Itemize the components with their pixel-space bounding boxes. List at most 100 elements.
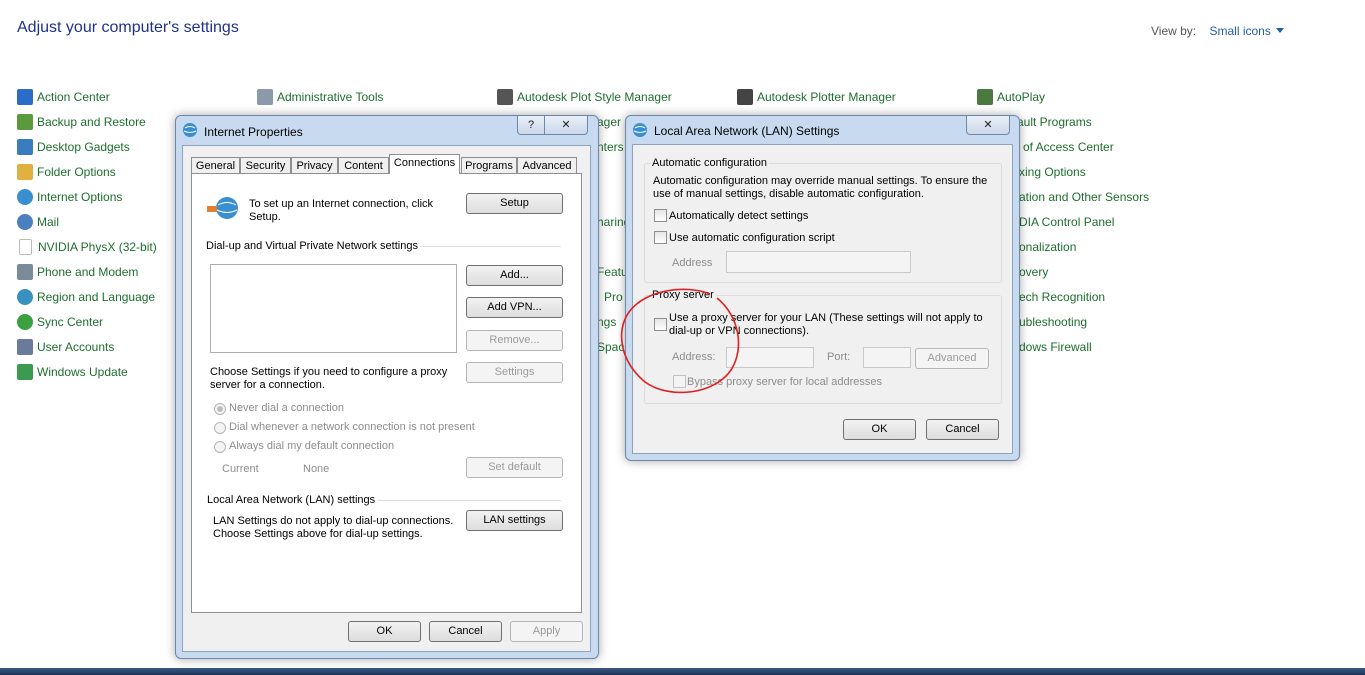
add-button[interactable]: Add... bbox=[466, 265, 563, 286]
cp-item-partial[interactable]: overy bbox=[1019, 263, 1048, 281]
cp-item-partial[interactable]: DIA Control Panel bbox=[1019, 213, 1114, 231]
proxy-address-label: Address: bbox=[672, 351, 716, 363]
cp-item-partial[interactable]: ager bbox=[597, 113, 621, 131]
cp-item-phone-modem[interactable]: Phone and Modem bbox=[17, 263, 138, 281]
auto-detect-checkbox[interactable] bbox=[654, 209, 667, 222]
cp-item-mail[interactable]: Mail bbox=[17, 213, 59, 231]
cp-item-partial[interactable]: dows Firewall bbox=[1019, 338, 1092, 356]
help-button[interactable]: ? bbox=[517, 116, 545, 135]
remove-button[interactable]: Remove... bbox=[466, 330, 563, 351]
setup-button[interactable]: Setup bbox=[466, 193, 563, 214]
region-icon bbox=[17, 289, 33, 305]
close-icon: ✕ bbox=[983, 119, 993, 131]
proxy-address-input[interactable] bbox=[726, 347, 814, 368]
window-title: Internet Properties bbox=[204, 125, 303, 139]
close-button[interactable]: ✕ bbox=[544, 116, 588, 135]
phone-icon bbox=[17, 264, 33, 280]
cp-item-admin-tools[interactable]: Administrative Tools bbox=[257, 88, 384, 106]
autoplay-icon bbox=[977, 89, 993, 105]
cp-item-partial[interactable]: nters bbox=[597, 138, 624, 156]
tab-privacy[interactable]: Privacy bbox=[291, 157, 338, 174]
cp-item-plot-style[interactable]: Autodesk Plot Style Manager bbox=[497, 88, 672, 106]
cp-item-backup[interactable]: Backup and Restore bbox=[17, 113, 146, 131]
radio-always-dial[interactable] bbox=[214, 441, 226, 453]
connections-page bbox=[191, 173, 582, 613]
globe-icon bbox=[17, 189, 33, 205]
add-vpn-button[interactable]: Add VPN... bbox=[466, 297, 563, 318]
cp-item-partial[interactable]: ngs bbox=[597, 313, 616, 331]
ok-button[interactable]: OK bbox=[843, 419, 916, 440]
view-by-dropdown[interactable]: Small icons bbox=[1209, 24, 1284, 38]
cp-item-partial[interactable]: ault Programs bbox=[1017, 113, 1092, 131]
cp-item-partial[interactable]: ubleshooting bbox=[1019, 313, 1087, 331]
close-icon: ✕ bbox=[561, 119, 571, 131]
cp-item-partial[interactable]: ech Recognition bbox=[1019, 288, 1105, 306]
tab-general[interactable]: General bbox=[191, 157, 240, 174]
folder-icon bbox=[17, 164, 33, 180]
ok-button[interactable]: OK bbox=[348, 621, 421, 642]
tab-advanced[interactable]: Advanced bbox=[517, 157, 577, 174]
set-default-button[interactable]: Set default bbox=[466, 457, 563, 478]
cp-item-plotter-manager[interactable]: Autodesk Plotter Manager bbox=[737, 88, 896, 106]
document-icon bbox=[19, 239, 32, 255]
settings-text: Choose Settings if you need to configure… bbox=[210, 366, 448, 391]
window-title: Local Area Network (LAN) Settings bbox=[654, 124, 840, 138]
cp-item-partial[interactable]: of Access Center bbox=[1023, 138, 1114, 156]
radio-never-dial[interactable] bbox=[214, 403, 226, 415]
taskbar bbox=[0, 668, 1365, 675]
globe-icon bbox=[633, 123, 647, 137]
use-proxy-label: Use a proxy server for your LAN (These s… bbox=[669, 312, 983, 337]
cp-item-partial[interactable]: Featu bbox=[597, 263, 628, 281]
cp-item-gadgets[interactable]: Desktop Gadgets bbox=[17, 138, 130, 156]
setup-text: To set up an Internet connection, click … bbox=[249, 198, 434, 223]
lan-settings-button[interactable]: LAN settings bbox=[466, 510, 563, 531]
advanced-button[interactable]: Advanced bbox=[915, 348, 989, 369]
port-input[interactable] bbox=[863, 347, 911, 368]
cp-item-autoplay[interactable]: AutoPlay bbox=[977, 88, 1045, 106]
cp-item-partial[interactable]: Pro bbox=[604, 288, 623, 306]
tab-security[interactable]: Security bbox=[240, 157, 291, 174]
auto-script-label: Use automatic configuration script bbox=[669, 232, 835, 244]
cp-item-partial[interactable]: xing Options bbox=[1019, 163, 1086, 181]
address-label: Address bbox=[672, 257, 713, 269]
sync-icon bbox=[17, 314, 33, 330]
auto-config-heading: Automatic configuration bbox=[650, 157, 769, 170]
connections-list[interactable] bbox=[210, 264, 457, 353]
separator bbox=[420, 246, 561, 247]
cp-item-internet-options[interactable]: Internet Options bbox=[17, 188, 122, 206]
tab-programs[interactable]: Programs bbox=[461, 157, 517, 174]
settings-button[interactable]: Settings bbox=[466, 362, 563, 383]
cp-item-region[interactable]: Region and Language bbox=[17, 288, 155, 306]
radio-dial-whenever[interactable] bbox=[214, 422, 226, 434]
chevron-down-icon bbox=[1275, 28, 1284, 33]
close-button[interactable]: ✕ bbox=[966, 116, 1010, 135]
cp-item-windows-update[interactable]: Windows Update bbox=[17, 363, 128, 381]
auto-config-text: Automatic configuration may override man… bbox=[653, 175, 988, 200]
view-by: View by: Small icons bbox=[1151, 24, 1284, 38]
auto-script-checkbox[interactable] bbox=[654, 231, 667, 244]
mail-icon bbox=[17, 214, 33, 230]
cp-item-sync-center[interactable]: Sync Center bbox=[17, 313, 103, 331]
tab-connections[interactable]: Connections bbox=[389, 154, 460, 174]
page-title: Adjust your computer's settings bbox=[17, 19, 239, 36]
admin-tools-icon bbox=[257, 89, 273, 105]
address-input[interactable] bbox=[726, 251, 911, 273]
use-proxy-checkbox[interactable] bbox=[654, 318, 667, 331]
cp-item-user-accounts[interactable]: User Accounts bbox=[17, 338, 114, 356]
cp-item-partial[interactable]: ation and Other Sensors bbox=[1019, 188, 1149, 206]
radio-dial-whenever-label: Dial whenever a network connection is no… bbox=[229, 421, 475, 433]
tab-content[interactable]: Content bbox=[338, 157, 389, 174]
cp-item-folder-options[interactable]: Folder Options bbox=[17, 163, 116, 181]
cancel-button[interactable]: Cancel bbox=[429, 621, 502, 642]
flag-icon bbox=[17, 89, 33, 105]
cp-item-action-center[interactable]: Action Center bbox=[17, 88, 110, 106]
radio-always-dial-label: Always dial my default connection bbox=[229, 440, 395, 452]
bypass-checkbox[interactable] bbox=[673, 375, 686, 388]
cancel-button[interactable]: Cancel bbox=[926, 419, 999, 440]
backup-icon bbox=[17, 114, 33, 130]
dialup-heading: Dial-up and Virtual Private Network sett… bbox=[206, 240, 418, 252]
cp-item-nvidia-physx[interactable]: NVIDIA PhysX (32-bit) bbox=[17, 238, 157, 256]
cp-item-partial[interactable]: onalization bbox=[1019, 238, 1076, 256]
proxy-heading: Proxy server bbox=[650, 289, 716, 302]
apply-button[interactable]: Apply bbox=[510, 621, 583, 642]
